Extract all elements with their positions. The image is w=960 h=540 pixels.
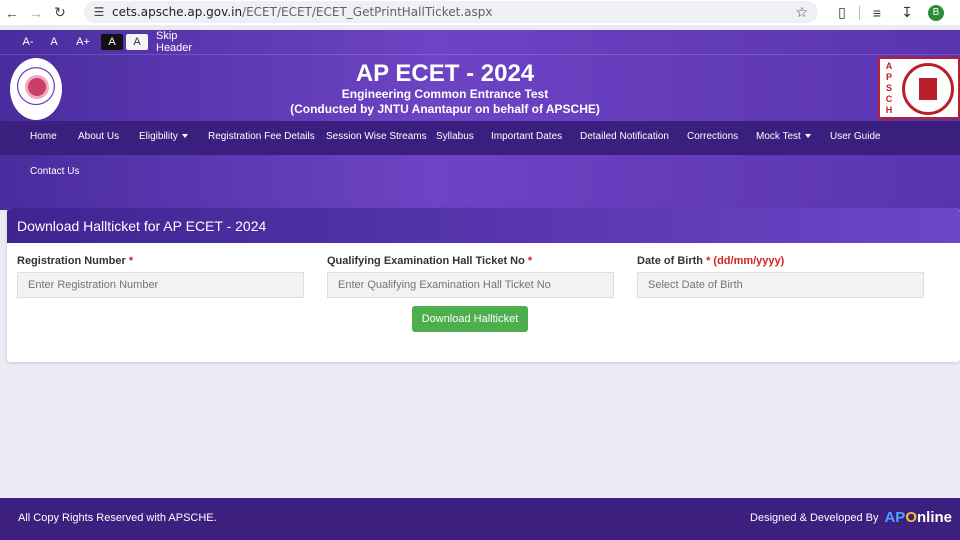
conducted-by-text: (Conducted by JNTU Anantapur on behalf o… [290, 102, 600, 116]
nav-corrections[interactable]: Corrections [687, 131, 738, 142]
main-navigation: Home About Us Eligibility Registration F… [0, 121, 960, 155]
page-title: AP ECET - 2024 [355, 60, 535, 87]
chevron-down-icon [804, 134, 811, 139]
font-normal-button[interactable]: A [46, 34, 62, 50]
profile-avatar[interactable]: B [928, 4, 944, 21]
url-text[interactable]: cets.apsche.ap.gov.in/ECET/ECET/ECET_Get… [112, 5, 492, 19]
apsche-seal-icon [902, 63, 954, 115]
browser-toolbar: ← → ↻ ☰ cets.apsche.ap.gov.in/ECET/ECET/… [0, 0, 960, 25]
accessibility-strip: A- A A+ A A Skip Header [0, 30, 960, 54]
form-header: Download Hallticket for AP ECET - 2024 [7, 208, 960, 243]
skip-header-link[interactable]: Skip Header [156, 30, 216, 54]
apsche-logo: APSCHE [878, 57, 960, 126]
download-hallticket-button[interactable]: Download Hallticket [412, 306, 528, 332]
chevron-down-icon [181, 134, 188, 139]
nav-important-dates[interactable]: Important Dates [491, 131, 562, 142]
nav-session-streams[interactable]: Session Wise Streams [326, 131, 427, 142]
toolbar-separator [859, 5, 860, 20]
nav-user-guide[interactable]: User Guide [830, 131, 881, 142]
reload-icon[interactable]: ↻ [48, 1, 72, 25]
copyright-text: All Copy Rights Reserved with APSCHE. [18, 512, 217, 524]
extensions-icon[interactable]: ▯ [827, 4, 857, 21]
page-subtitle: Engineering Common Entrance Test [341, 87, 549, 101]
page-content: A- A A+ A A Skip Header AP ECET - 2024 E… [0, 30, 960, 540]
nav-detailed-notification[interactable]: Detailed Notification [580, 131, 669, 142]
qualifying-hallticket-label: Qualifying Examination Hall Ticket No * [327, 255, 533, 267]
registration-number-input[interactable] [17, 272, 304, 298]
address-bar[interactable]: ☰ cets.apsche.ap.gov.in/ECET/ECET/ECET_G… [84, 1, 818, 23]
nav-eligibility[interactable]: Eligibility [139, 131, 188, 142]
download-icon[interactable]: ↧ [892, 4, 922, 21]
site-header: A- A A+ A A Skip Header AP ECET - 2024 E… [0, 30, 960, 210]
site-info-icon[interactable]: ☰ [88, 5, 110, 19]
light-contrast-button[interactable]: A [126, 34, 148, 50]
registration-number-label: Registration Number * [17, 255, 134, 267]
designed-by-text: Designed & Developed By [750, 511, 879, 524]
dark-contrast-button[interactable]: A [101, 34, 123, 50]
nav-mock-test[interactable]: Mock Test [756, 131, 811, 142]
nav-about-us[interactable]: About Us [78, 131, 119, 142]
media-queue-icon[interactable]: ≡ [862, 5, 892, 21]
font-increase-button[interactable]: A+ [72, 34, 94, 50]
forward-icon[interactable]: → [24, 1, 48, 25]
developer-credit: Designed & Developed By APOnline [750, 509, 952, 526]
hallticket-form-card: Download Hallticket for AP ECET - 2024 R… [7, 208, 960, 362]
aponline-logo: APOnline [884, 509, 952, 526]
nav-home[interactable]: Home [30, 131, 57, 142]
qualifying-hallticket-input[interactable] [327, 272, 614, 298]
bookmark-star-icon[interactable]: ☆ [795, 4, 808, 21]
site-footer: All Copy Rights Reserved with APSCHE. De… [0, 498, 960, 540]
back-icon[interactable]: ← [0, 1, 24, 25]
header-divider [0, 54, 960, 55]
nav-syllabus[interactable]: Syllabus [436, 131, 474, 142]
apsche-logo-text: APSCHE [882, 61, 896, 126]
nav-contact-us[interactable]: Contact Us [30, 166, 79, 177]
form-heading: Download Hallticket for AP ECET - 2024 [17, 218, 267, 234]
font-decrease-button[interactable]: A- [18, 34, 38, 50]
date-of-birth-input[interactable] [637, 272, 924, 298]
date-of-birth-label: Date of Birth * (dd/mm/yyyy) [637, 255, 785, 267]
nav-registration-fee[interactable]: Registration Fee Details [208, 131, 315, 142]
